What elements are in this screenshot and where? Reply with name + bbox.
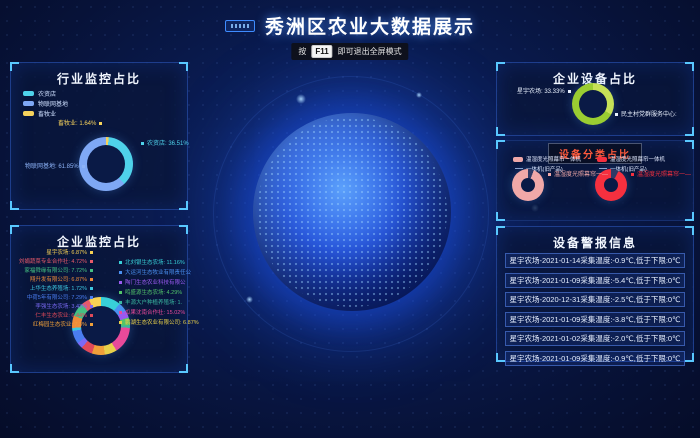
panel-corner (179, 225, 188, 234)
panel-corner (10, 364, 19, 373)
label-agri-store: 农资店: 36.51% (141, 141, 189, 148)
enterprise-slice-label: 瓜果沈南合作社: 15.02% (119, 308, 199, 318)
device-legend-row[interactable]: 温湿度光照幕帘一体机 (597, 155, 665, 165)
panel-title-alarms: 设备警报信息 (497, 227, 693, 251)
panel-corner (10, 201, 19, 210)
donut-hole (579, 90, 607, 118)
enterprise-slice-label: 鹏湖生态农业有限公司: 6.87% (119, 318, 199, 328)
alarm-row: 星宇农场-2021-01-09采集温度:-3.8℃,低于下限:0℃ (505, 312, 685, 327)
label-livestock: 畜牧业: 1.64% (58, 121, 102, 128)
legend-label: 物联网基地 (38, 99, 68, 108)
enterprise-slice-label: 鸣盛源生态农场: 4.29% (119, 288, 199, 298)
page-title: 秀洲区农业大数据展示 (265, 12, 475, 39)
header: 秀洲区农业大数据展示 (0, 12, 700, 39)
panel-corner (179, 201, 188, 210)
enterprise-slice-label: 陶门生态农业科技有限公 (119, 278, 199, 288)
panel-corner (685, 353, 694, 362)
panel-equipment-ratio: 企业设备占比 星宇农场: 33.33% 民主村党群服务中心: (496, 62, 694, 136)
label-xingyu-farm: 星宇农场: 33.33% (517, 89, 571, 96)
panel-corner (496, 212, 505, 221)
panel-title-industry: 行业监控占比 (11, 63, 187, 87)
enterprise-slice-label: 中荷5年有限公司: 7.29% (13, 294, 93, 303)
panel-corner (10, 225, 19, 234)
legend-item[interactable]: 农资店 (23, 88, 68, 98)
label-iot-base: 物联网基地: 61.85% (25, 164, 85, 171)
enterprise-slice-label: 上华生态养殖场: 1.72% (13, 285, 93, 294)
brand-logo (225, 20, 255, 32)
panel-corner (685, 212, 694, 221)
enterprise-slice-label: 丰源大户种植养殖场: 1. (119, 298, 199, 308)
donut-hole (87, 145, 125, 183)
panel-corner (179, 364, 188, 373)
panel-title-enterprise: 企业监控占比 (11, 226, 187, 250)
legend-swatch (23, 101, 34, 106)
panel-corner (179, 62, 188, 71)
alarm-row: 星宇农场-2020-12-31采集温度:-2.5℃,低于下限:0℃ (505, 292, 685, 307)
enterprise-slice-label: 李强生态农场: 3.43% (13, 303, 93, 312)
enterprise-slice-label: 仁丰生态农业: 6.44% (13, 312, 93, 321)
panel-corner (685, 140, 694, 149)
hint-prefix: 按 (298, 46, 306, 57)
legend-swatch (513, 157, 523, 162)
enterprise-slice-label: 北刘银生态农场: 11.16% (119, 258, 199, 268)
legend-label: 温湿度光照幕帘一体机 (526, 157, 581, 163)
enterprise-slice-label: 刘娟蔬菜专业合作社: 4.72% (13, 258, 93, 267)
enterprise-slice-label: 大运河生态牧业有限责任公 (119, 268, 199, 278)
glow-dot (296, 94, 306, 104)
enterprise-slice-label: 红梅园生态农业: 7.3% (13, 321, 93, 330)
legend-label: 农资店 (38, 89, 56, 98)
legend-label: 温湿度光照幕帘一体机 (610, 157, 665, 163)
panel-corner (685, 62, 694, 71)
globe-visualization (253, 113, 451, 311)
panel-corner (496, 226, 505, 235)
panel-corner (496, 140, 505, 149)
industry-legend: 农资店物联网基地畜牧业 (23, 88, 68, 118)
alarm-row: 星宇农场-2021-01-09采集温度:-0.9℃,低于下限:0℃ (505, 351, 685, 366)
device-donut-left[interactable] (512, 169, 544, 201)
equipment-donut-chart[interactable] (572, 83, 614, 125)
alarm-list: 星宇农场-2021-01-14采集温度:-0.9℃,低于下限:0℃ 星宇农场-20… (505, 253, 685, 370)
hint-suffix: 即可退出全屏模式 (338, 46, 402, 57)
glow-dot (246, 296, 253, 303)
alarm-row: 星宇农场-2021-01-09采集温度:-5.4℃,低于下限:0℃ (505, 273, 685, 288)
donut-hole (604, 178, 618, 192)
legend-label: 畜牧业 (38, 109, 56, 118)
panel-device-alarms: 设备警报信息 星宇农场-2021-01-14采集温度:-0.9℃,低于下限:0℃… (496, 226, 694, 362)
label-device-left: 温湿度光照幕帘一— (548, 172, 608, 179)
panel-corner (685, 127, 694, 136)
enterprise-labels-left: 星宇农场: 6.87%刘娟蔬菜专业合作社: 4.72%家福舜缘有限公司: 7.7… (13, 249, 93, 330)
legend-swatch (23, 91, 34, 96)
device-legend-row[interactable]: 温湿度光照幕帘一体机 (513, 155, 581, 165)
panel-corner (496, 62, 505, 71)
legend-item[interactable]: 物联网基地 (23, 98, 68, 108)
label-device-right: 温湿度光照幕帘一— (631, 172, 691, 179)
legend-item[interactable]: 畜牧业 (23, 108, 68, 118)
industry-donut-chart[interactable] (79, 137, 133, 191)
panel-corner (685, 226, 694, 235)
panel-corner (496, 353, 505, 362)
enterprise-slice-label: 翔升发有限公司: 6.87% (13, 276, 93, 285)
enterprise-labels-right: 北刘银生态农场: 11.16%大运河生态牧业有限责任公陶门生态农业科技有限公鸣盛… (119, 258, 199, 328)
enterprise-slice-label: 家福舜缘有限公司: 7.72% (13, 267, 93, 276)
alarm-row: 星宇农场-2021-01-14采集温度:-0.9℃,低于下限:0℃ (505, 253, 685, 268)
f11-key-badge: F11 (311, 45, 332, 58)
label-minzhu-center: 民主村党群服务中心: (615, 112, 677, 119)
panel-corner (10, 62, 19, 71)
panel-corner (496, 127, 505, 136)
panel-enterprise-monitor: 企业监控占比 星宇农场: 6.87%刘娟蔬菜专业合作社: 4.72%家福舜缘有限… (10, 225, 188, 373)
panel-industry-monitor: 行业监控占比 农资店物联网基地畜牧业 畜牧业: 1.64% 农资店: 36.51… (10, 62, 188, 210)
panel-device-classification: 设备分类占比 温湿度光照幕帘一体机一体机(旧产品) 温湿度光照幕帘一体机一体机(… (496, 140, 694, 221)
legend-swatch (23, 111, 34, 116)
fullscreen-hint: 按 F11 即可退出全屏模式 (291, 43, 408, 60)
donut-hole (521, 178, 535, 192)
alarm-row: 星宇农场-2021-01-02采集温度:-2.0℃,低于下限:0℃ (505, 331, 685, 346)
glow-dot (416, 92, 422, 98)
enterprise-slice-label: 星宇农场: 6.87% (13, 249, 93, 258)
legend-swatch (597, 157, 607, 162)
